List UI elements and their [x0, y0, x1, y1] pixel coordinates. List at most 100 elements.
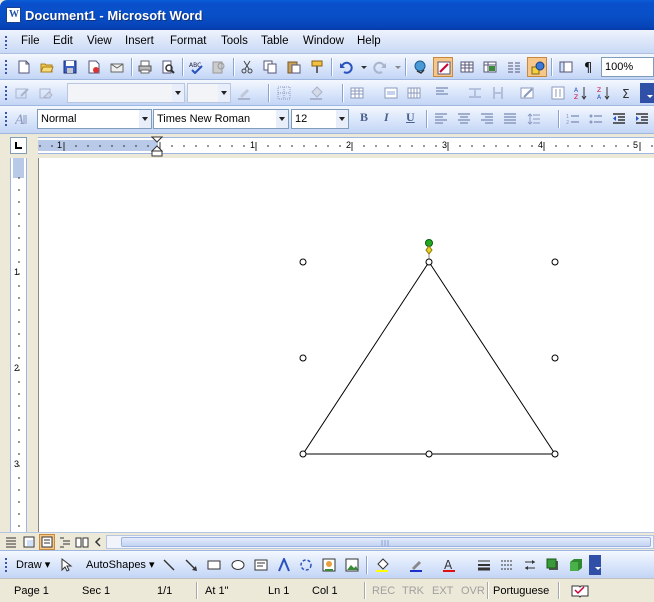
diagram-button[interactable] [296, 555, 316, 575]
bullets-button[interactable] [586, 109, 606, 129]
chevron-down-icon[interactable] [172, 84, 184, 102]
underline-button[interactable]: U [406, 110, 415, 125]
bold-button[interactable]: B [360, 110, 368, 125]
arrow-button[interactable] [181, 555, 201, 575]
chevron-down-icon[interactable] [336, 110, 348, 128]
merge-cells-button[interactable] [381, 83, 401, 103]
adjust-handle[interactable] [425, 245, 433, 255]
email-button[interactable] [107, 57, 127, 77]
outline-view-button[interactable] [58, 535, 72, 549]
open-button[interactable] [37, 57, 57, 77]
font-combo[interactable]: Times New Roman [153, 109, 289, 129]
toolbar-options-button[interactable] [589, 555, 601, 575]
scroll-left-button[interactable] [92, 535, 104, 549]
hyperlink-button[interactable] [410, 57, 430, 77]
document-page[interactable] [38, 158, 654, 532]
chevron-down-icon[interactable] [218, 84, 230, 102]
menu-insert[interactable]: Insert [125, 35, 154, 47]
selection-handle[interactable] [551, 258, 559, 266]
format-painter-button[interactable] [307, 57, 327, 77]
drawing-canvas[interactable] [39, 158, 654, 532]
spelling-status-button[interactable] [570, 583, 590, 599]
word-app-icon[interactable]: W [6, 7, 21, 23]
selection-handle[interactable] [299, 354, 307, 362]
align-button[interactable] [432, 83, 452, 103]
research-button[interactable] [209, 57, 229, 77]
save-button[interactable] [60, 57, 80, 77]
redo-button[interactable] [370, 57, 390, 77]
border-color-button[interactable] [234, 83, 254, 103]
vertical-ruler[interactable]: 1 2 3 [10, 158, 27, 532]
permission-button[interactable] [84, 57, 104, 77]
horizontal-scrollbar[interactable] [106, 535, 654, 549]
style-combo[interactable]: Normal [37, 109, 152, 129]
copy-button[interactable] [260, 57, 280, 77]
arrow-style-button[interactable] [520, 555, 540, 575]
autosum-button[interactable]: Σ [617, 83, 637, 103]
paste-button[interactable] [284, 57, 304, 77]
rectangle-button[interactable] [204, 555, 224, 575]
font-color-button[interactable]: A [439, 555, 459, 575]
print-button[interactable] [135, 57, 155, 77]
status-ovr[interactable]: OVR [461, 585, 485, 597]
autoshapes-menu-button[interactable]: AutoShapes ▾ [86, 558, 155, 571]
clip-art-button[interactable] [319, 555, 339, 575]
print-layout-button[interactable] [39, 534, 55, 550]
split-cells-button[interactable] [404, 83, 424, 103]
line-spacing-button[interactable] [524, 109, 544, 129]
toolbar-options-button[interactable] [640, 83, 654, 103]
zoom-combo[interactable]: 100% [601, 57, 654, 77]
triangle-shape[interactable] [302, 261, 556, 455]
styles-formatting-button[interactable]: A [12, 109, 32, 129]
selection-handle[interactable] [551, 354, 559, 362]
numbering-button[interactable]: 12 [563, 109, 583, 129]
line-color-button[interactable] [406, 555, 426, 575]
tab-selector[interactable] [10, 137, 27, 154]
undo-button[interactable] [336, 57, 356, 77]
horizontal-scroll-thumb[interactable] [121, 537, 651, 547]
menu-tools[interactable]: Tools [221, 35, 248, 47]
selection-handle[interactable] [425, 258, 433, 266]
print-preview-button[interactable] [158, 57, 178, 77]
draw-table-button[interactable] [12, 83, 32, 103]
selection-handle[interactable] [425, 450, 433, 458]
align-left-button[interactable] [431, 109, 451, 129]
menu-view[interactable]: View [87, 35, 112, 47]
insert-excel-button[interactable] [480, 57, 500, 77]
columns-button[interactable] [504, 57, 524, 77]
borders-button[interactable] [274, 83, 294, 103]
toolbar-grip[interactable] [4, 59, 8, 75]
align-right-button[interactable] [477, 109, 497, 129]
menu-file[interactable]: File [21, 35, 40, 47]
insert-table-button[interactable] [457, 57, 477, 77]
line-weight-combo[interactable] [187, 83, 231, 103]
insert-picture-button[interactable] [342, 555, 362, 575]
indent-markers[interactable] [151, 136, 163, 158]
new-button[interactable] [14, 57, 34, 77]
undo-dropdown[interactable] [355, 57, 367, 77]
sort-descending-button[interactable]: ZA [594, 83, 614, 103]
eraser-button[interactable] [36, 83, 56, 103]
document-map-button[interactable] [556, 57, 576, 77]
wordart-button[interactable] [274, 555, 294, 575]
fill-color-button[interactable] [372, 555, 392, 575]
drawing-button[interactable] [527, 57, 547, 77]
draw-menu-button[interactable]: Draw ▾ [16, 558, 50, 571]
normal-view-button[interactable] [4, 535, 18, 549]
line-button[interactable] [159, 555, 179, 575]
toolbar-grip[interactable] [4, 85, 8, 101]
distribute-columns-button[interactable] [488, 83, 508, 103]
selection-handle[interactable] [551, 450, 559, 458]
insert-table-menu-button[interactable] [347, 83, 367, 103]
line-style-button[interactable] [474, 555, 494, 575]
menu-help[interactable]: Help [357, 35, 381, 47]
italic-button[interactable]: I [384, 110, 389, 125]
increase-indent-button[interactable] [632, 109, 652, 129]
menu-window[interactable]: Window [303, 35, 344, 47]
menu-format[interactable]: Format [170, 35, 206, 47]
toolbar-grip[interactable] [4, 35, 8, 49]
dash-style-button[interactable] [497, 555, 517, 575]
oval-button[interactable] [228, 555, 248, 575]
center-button[interactable] [454, 109, 474, 129]
status-ext[interactable]: EXT [432, 585, 453, 597]
